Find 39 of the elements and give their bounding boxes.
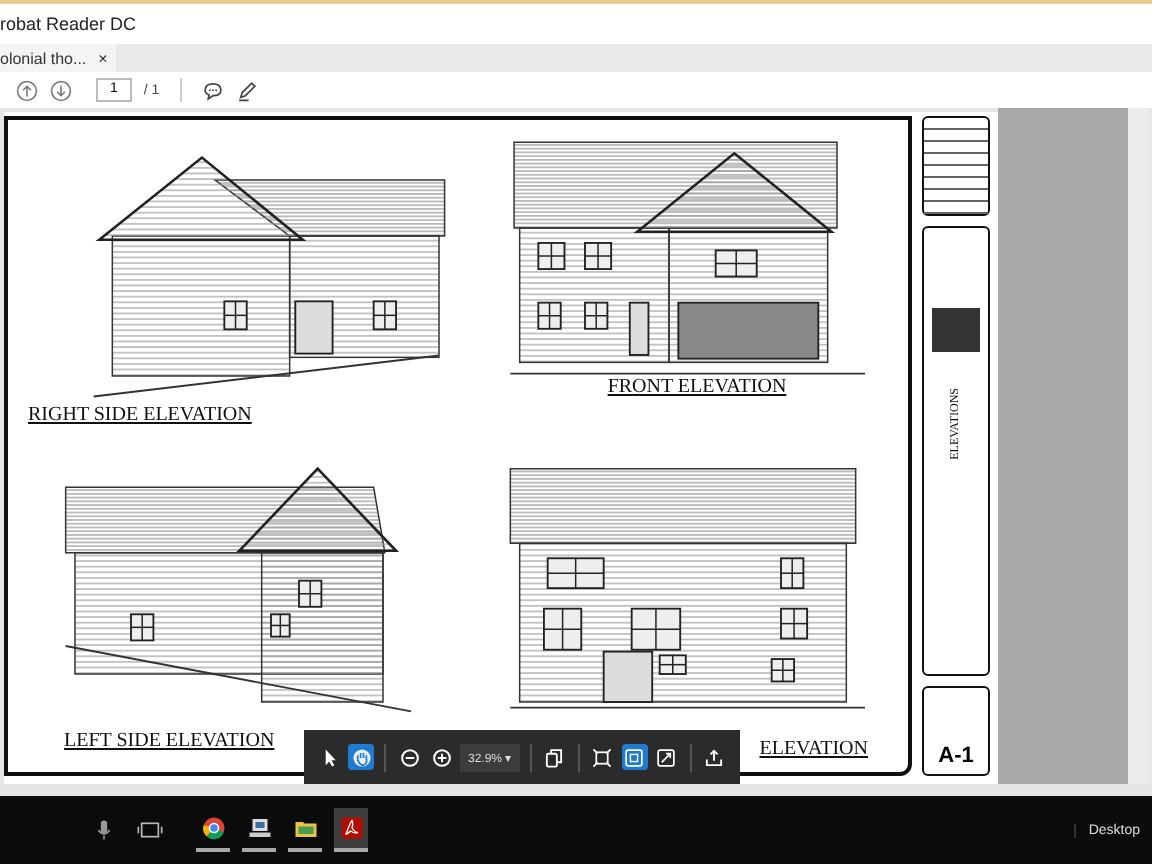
- task-view-icon[interactable]: [136, 820, 164, 840]
- full-screen-button[interactable]: [653, 744, 680, 770]
- close-tab-button[interactable]: ×: [98, 49, 108, 67]
- scrollbar[interactable]: [1128, 108, 1148, 784]
- elevation-title: FRONT ELEVATION: [607, 376, 787, 398]
- comment-icon[interactable]: [201, 79, 224, 101]
- pages-button[interactable]: [541, 744, 568, 770]
- zoom-in-button[interactable]: [428, 744, 454, 770]
- zoom-out-button[interactable]: [396, 744, 422, 770]
- computer-icon: [247, 816, 271, 840]
- document-tab[interactable]: olonial tho... ×: [0, 44, 116, 72]
- microphone-icon[interactable]: [96, 818, 112, 842]
- tab-label: olonial tho...: [0, 49, 87, 67]
- revision-table: [922, 116, 990, 216]
- window-title: robat Reader DC: [0, 14, 137, 34]
- elevation-title: LEFT SIDE ELEVATION: [64, 730, 275, 752]
- share-icon: [704, 747, 725, 767]
- fit-page-button[interactable]: [621, 744, 648, 770]
- hand-button[interactable]: [348, 744, 374, 770]
- next-page-icon[interactable]: [50, 79, 72, 101]
- share-button[interactable]: [701, 744, 728, 770]
- fit-width-icon: [592, 747, 613, 767]
- previous-page-icon[interactable]: [16, 79, 38, 101]
- hand-icon: [351, 747, 371, 767]
- pages-icon: [544, 747, 565, 767]
- full-screen-icon: [656, 747, 677, 767]
- zoom-out-icon: [399, 747, 419, 767]
- taskbar-app-button[interactable]: [334, 808, 368, 852]
- zoom-in-icon: [431, 747, 451, 767]
- elevation-title: RIGHT SIDE ELEVATION: [28, 404, 252, 426]
- elevation-title: ELEVATION: [759, 738, 868, 760]
- pen-icon[interactable]: [235, 79, 258, 101]
- fit-page-icon: [624, 747, 645, 767]
- sheet-number: A-1: [938, 744, 974, 768]
- folder-icon: [293, 816, 317, 840]
- fit-width-button[interactable]: [589, 744, 616, 770]
- browser-icon: [201, 816, 225, 840]
- logo-mark-icon: [932, 308, 980, 352]
- pdf-reader-icon: [339, 816, 363, 840]
